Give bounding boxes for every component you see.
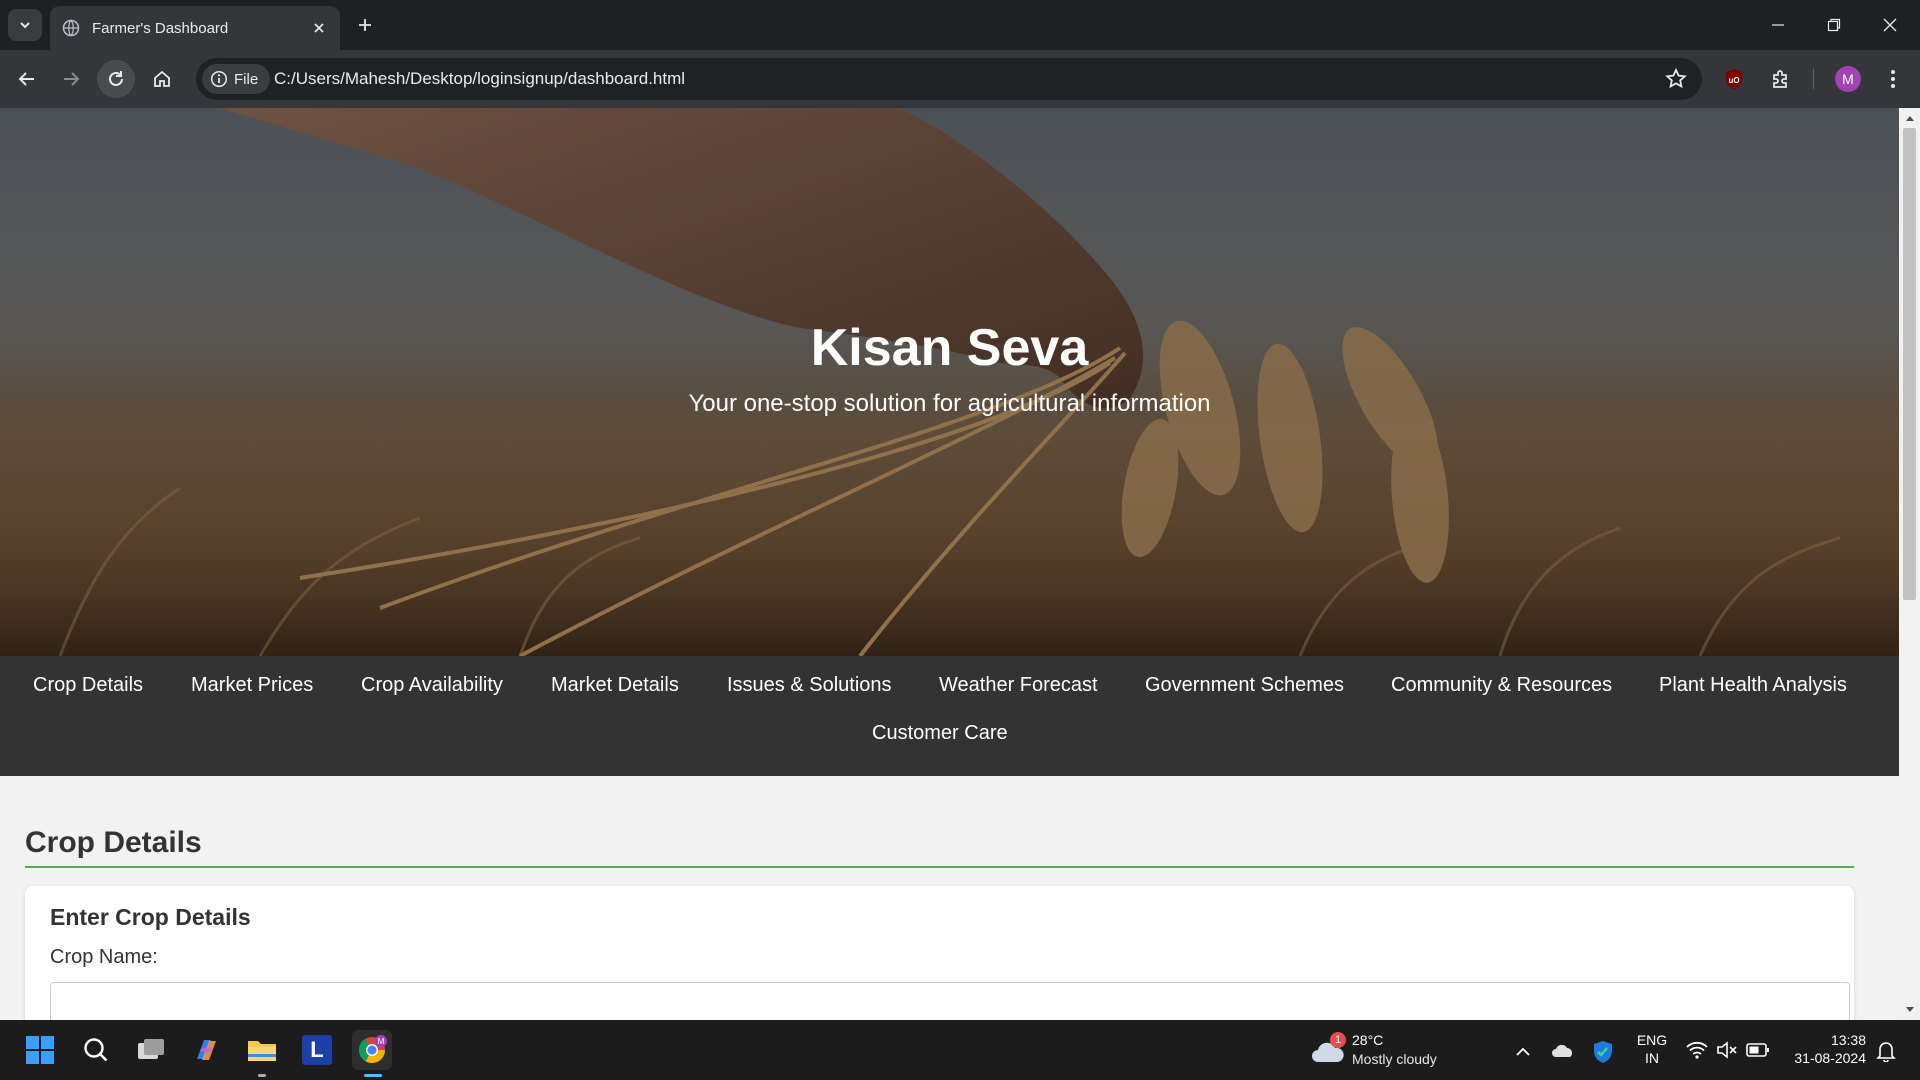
- nav-plant-health-analysis[interactable]: Plant Health Analysis: [1659, 674, 1847, 697]
- task-view-icon: [138, 1039, 164, 1059]
- clock-time: 13:38: [1830, 1032, 1866, 1048]
- nav-market-details[interactable]: Market Details: [551, 674, 679, 697]
- weather-badge-count: 1: [1334, 1034, 1342, 1046]
- nav-customer-care[interactable]: Customer Care: [872, 722, 1008, 745]
- hero-wheat-image: [0, 108, 1899, 656]
- language-indicator[interactable]: ENG IN: [1632, 1032, 1672, 1066]
- close-tab-icon[interactable]: [308, 17, 330, 39]
- info-icon: [210, 70, 228, 88]
- svg-text:M: M: [378, 1037, 385, 1046]
- browser-toolbar: File C:/Users/Mahesh/Desktop/loginsignup…: [0, 50, 1920, 108]
- taskbar-app-l-button[interactable]: L: [297, 1030, 337, 1070]
- tab-title: Farmer's Dashboard: [92, 19, 229, 37]
- volume-muted-icon[interactable]: [1716, 1041, 1738, 1064]
- clock-date: 31-08-2024: [1794, 1050, 1866, 1066]
- language-region: IN: [1645, 1050, 1659, 1066]
- search-icon: [84, 1038, 108, 1062]
- globe-icon: [62, 19, 80, 37]
- arrow-right-icon: [64, 72, 80, 86]
- nav-crop-details[interactable]: Crop Details: [33, 674, 143, 697]
- security-chip-label: File: [234, 70, 259, 88]
- url-text[interactable]: C:/Users/Mahesh/Desktop/loginsignup/dash…: [274, 58, 685, 100]
- toolbar-divider: [1813, 69, 1814, 89]
- windows-logo-icon: [26, 1036, 54, 1064]
- file-explorer-button[interactable]: [242, 1030, 282, 1070]
- svg-text:uO: uO: [1728, 76, 1739, 85]
- page-viewport: Kisan Seva Your one-stop solution for ag…: [0, 108, 1899, 1020]
- arrow-left-icon: [18, 72, 34, 86]
- app-l-icon: L: [302, 1035, 332, 1065]
- restore-button[interactable]: [1806, 0, 1862, 50]
- forward-button[interactable]: [52, 60, 90, 98]
- scroll-down-arrow-icon[interactable]: [1899, 1002, 1920, 1018]
- chevron-down-icon: [20, 22, 30, 29]
- bookmark-star-icon[interactable]: [1664, 67, 1688, 91]
- taskbar-search-button[interactable]: [76, 1030, 116, 1070]
- extensions-puzzle-icon[interactable]: [1767, 65, 1795, 93]
- reload-button[interactable]: [97, 60, 135, 98]
- weather-widget[interactable]: 1 28°C Mostly cloudy: [1310, 1030, 1470, 1072]
- copilot-icon: [197, 1040, 216, 1060]
- crop-name-input[interactable]: [50, 982, 1850, 1020]
- close-icon: [1883, 18, 1897, 32]
- profile-avatar[interactable]: M: [1835, 66, 1861, 92]
- back-button[interactable]: [8, 60, 46, 98]
- new-tab-button[interactable]: [352, 12, 378, 38]
- active-app-indicator: [364, 1074, 382, 1077]
- restore-icon: [1827, 18, 1841, 32]
- tab-farmers-dashboard[interactable]: Farmer's Dashboard: [50, 6, 340, 50]
- ublock-extension-icon[interactable]: uO: [1720, 65, 1748, 93]
- minimize-button[interactable]: [1750, 0, 1806, 50]
- reload-icon: [109, 71, 123, 86]
- main-navigation: Crop Details Market Prices Crop Availabi…: [0, 656, 1899, 776]
- nav-government-schemes[interactable]: Government Schemes: [1145, 674, 1344, 697]
- clock[interactable]: 13:38 31-08-2024: [1782, 1032, 1866, 1066]
- crop-details-form-card: Enter Crop Details Crop Name:: [25, 886, 1854, 1020]
- hero-banner: Kisan Seva Your one-stop solution for ag…: [0, 108, 1899, 656]
- chrome-taskbar-button[interactable]: M: [352, 1030, 392, 1070]
- tab-search-button[interactable]: [8, 9, 42, 41]
- wifi-icon[interactable]: [1686, 1041, 1708, 1064]
- nav-weather-forecast[interactable]: Weather Forecast: [939, 674, 1098, 697]
- notification-bell-icon[interactable]: [1876, 1040, 1896, 1067]
- app-l-letter: L: [310, 1037, 324, 1062]
- plus-icon: [359, 19, 371, 31]
- page-scrollbar[interactable]: [1899, 108, 1920, 1020]
- site-info-chip[interactable]: File: [202, 64, 271, 94]
- weather-temperature: 28°C: [1352, 1032, 1384, 1048]
- security-shield-icon[interactable]: [1592, 1040, 1614, 1069]
- chrome-icon: M: [358, 1035, 387, 1064]
- close-window-button[interactable]: [1862, 0, 1918, 50]
- tray-overflow-chevron-icon[interactable]: [1511, 1040, 1535, 1064]
- weather-alert-badge: 1: [1330, 1032, 1346, 1048]
- section-title-crop-details: Crop Details: [25, 826, 202, 859]
- folder-icon: [248, 1041, 276, 1061]
- battery-icon[interactable]: [1746, 1042, 1770, 1063]
- weather-description: Mostly cloudy: [1352, 1051, 1437, 1067]
- scrollbar-thumb[interactable]: [1903, 128, 1916, 600]
- home-button[interactable]: [143, 60, 181, 98]
- home-icon: [154, 70, 170, 87]
- form-heading: Enter Crop Details: [50, 904, 251, 930]
- nav-issues-solutions[interactable]: Issues & Solutions: [727, 674, 892, 697]
- browser-menu-icon[interactable]: [1879, 65, 1907, 93]
- nav-crop-availability[interactable]: Crop Availability: [361, 674, 503, 697]
- crop-name-label: Crop Name:: [50, 946, 158, 968]
- minimize-icon: [1772, 24, 1784, 26]
- address-bar[interactable]: File C:/Users/Mahesh/Desktop/loginsignup…: [196, 58, 1702, 100]
- hero-subtitle: Your one-stop solution for agricultural …: [688, 390, 1211, 417]
- scroll-up-arrow-icon[interactable]: [1899, 110, 1920, 126]
- page-title: Kisan Seva: [810, 319, 1089, 377]
- language-code: ENG: [1636, 1032, 1668, 1048]
- nav-community-resources[interactable]: Community & Resources: [1391, 674, 1612, 697]
- task-view-button[interactable]: [131, 1030, 171, 1070]
- browser-tab-strip: Farmer's Dashboard: [0, 0, 1920, 50]
- profile-initial: M: [1842, 71, 1854, 87]
- nav-market-prices[interactable]: Market Prices: [191, 674, 313, 697]
- onedrive-cloud-icon[interactable]: [1551, 1042, 1575, 1063]
- section-divider: [25, 866, 1854, 868]
- copilot-button[interactable]: [186, 1030, 226, 1070]
- explorer-running-indicator: [258, 1074, 266, 1077]
- start-button[interactable]: [20, 1030, 60, 1070]
